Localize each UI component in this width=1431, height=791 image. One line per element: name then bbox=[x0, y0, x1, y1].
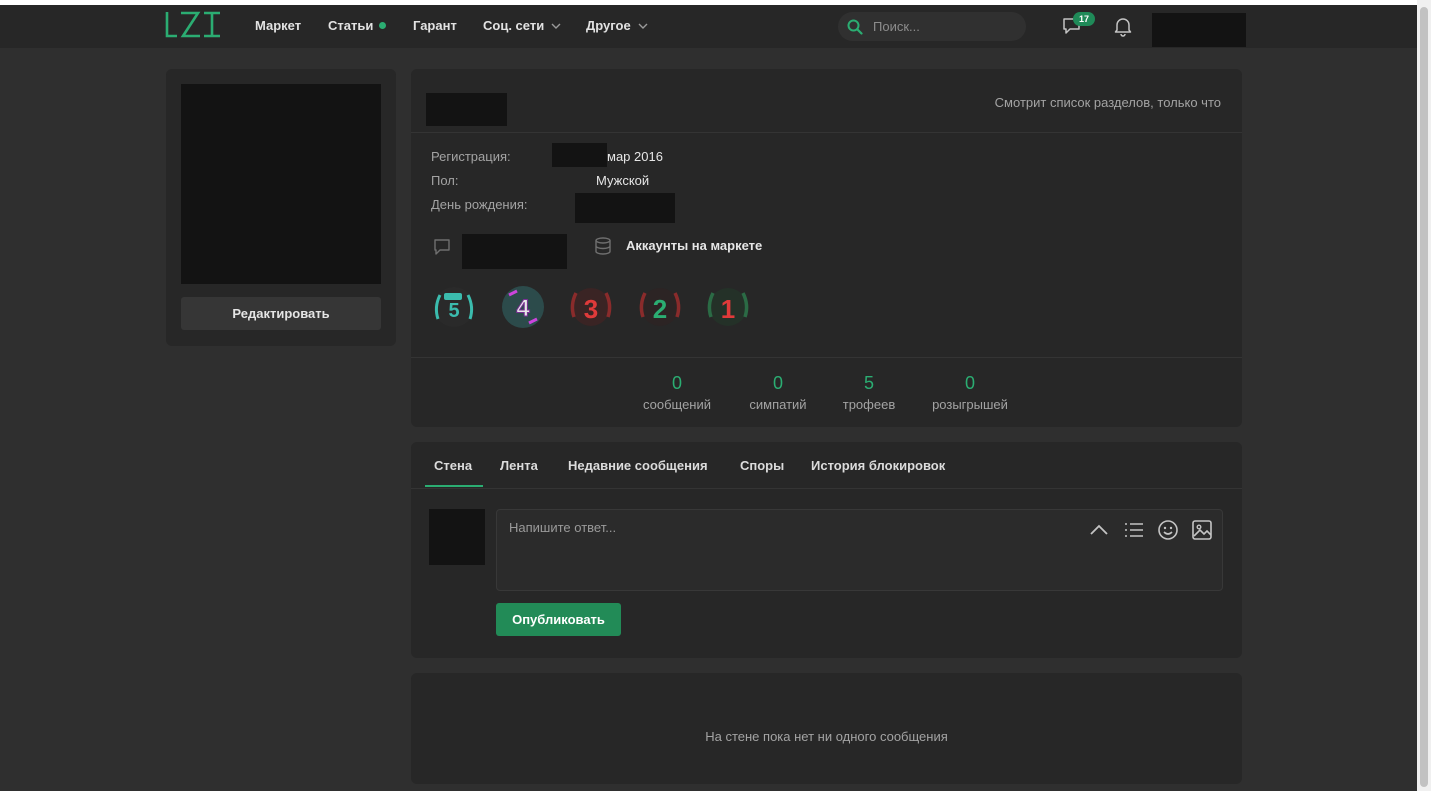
reply-editor[interactable] bbox=[496, 509, 1223, 591]
trophy-5-numeral: 5 bbox=[448, 300, 459, 322]
trophy-3-numeral: 3 bbox=[584, 294, 598, 324]
username-redacted bbox=[426, 93, 507, 126]
messages-badge: 17 bbox=[1073, 12, 1095, 26]
nav-articles[interactable]: Статьи bbox=[328, 18, 387, 33]
search-input[interactable] bbox=[871, 18, 1015, 35]
birthday-redacted bbox=[575, 193, 675, 223]
list-icon[interactable] bbox=[1123, 519, 1145, 541]
trophy-2-icon[interactable]: 2 bbox=[636, 283, 684, 331]
stat-trophies-label: трофеев bbox=[842, 397, 896, 412]
nav-social[interactable]: Соц. сети bbox=[483, 18, 561, 33]
stat-likes-value[interactable]: 0 bbox=[728, 373, 828, 394]
stat-messages-value[interactable]: 0 bbox=[627, 373, 727, 394]
search-box[interactable] bbox=[838, 12, 1026, 41]
database-icon bbox=[595, 237, 611, 255]
divider bbox=[411, 488, 1242, 489]
contact-icon bbox=[434, 239, 450, 255]
nav-other[interactable]: Другое bbox=[586, 18, 648, 33]
gender-value: Мужской bbox=[596, 173, 650, 188]
publish-button[interactable]: Опубликовать bbox=[496, 603, 621, 636]
emoji-icon[interactable] bbox=[1157, 519, 1179, 541]
trophy-3-icon[interactable]: 3 bbox=[567, 283, 615, 331]
search-icon bbox=[847, 19, 863, 35]
image-icon[interactable] bbox=[1191, 519, 1213, 541]
scrollbar-thumb[interactable] bbox=[1420, 7, 1428, 787]
registration-date-redacted bbox=[552, 143, 607, 167]
tab-feed[interactable]: Лента bbox=[500, 458, 538, 473]
page-scrollbar[interactable] bbox=[1417, 0, 1431, 791]
avatar bbox=[181, 84, 381, 284]
reply-textarea[interactable] bbox=[509, 520, 1079, 580]
active-tab-indicator bbox=[425, 485, 483, 487]
nav-market-label: Маркет bbox=[255, 18, 302, 33]
trophy-1-numeral: 1 bbox=[721, 294, 735, 324]
birthday-label: День рождения: bbox=[431, 197, 528, 212]
tab-wall[interactable]: Стена bbox=[434, 458, 472, 473]
divider bbox=[411, 357, 1242, 358]
gender-label: Пол: bbox=[431, 173, 459, 188]
stat-messages-label: сообщений bbox=[642, 397, 712, 412]
new-indicator-dot bbox=[379, 22, 387, 29]
stat-giveaways-label: розыгрышей bbox=[932, 397, 1008, 412]
nav-social-label: Соц. сети bbox=[483, 18, 545, 33]
market-accounts-link[interactable]: Аккаунты на маркете bbox=[626, 238, 762, 253]
reply-avatar bbox=[429, 509, 485, 565]
user-status: Смотрит список разделов, только что bbox=[994, 95, 1221, 110]
wall-empty-message: На стене пока нет ни одного сообщения bbox=[705, 729, 948, 744]
nav-guarantor[interactable]: Гарант bbox=[413, 18, 457, 33]
nav-other-label: Другое bbox=[586, 18, 631, 33]
trophy-5-icon[interactable]: 5 bbox=[430, 283, 478, 331]
tab-ban-history[interactable]: История блокировок bbox=[811, 458, 945, 473]
chevron-down-icon bbox=[638, 23, 648, 29]
edit-profile-button[interactable]: Редактировать bbox=[181, 297, 381, 330]
contact-redacted bbox=[462, 234, 567, 269]
site-logo[interactable] bbox=[164, 9, 222, 39]
nav-guarantor-label: Гарант bbox=[413, 18, 457, 33]
trophy-4-icon[interactable]: 4 bbox=[499, 283, 547, 331]
chevron-down-icon bbox=[551, 23, 561, 29]
bell-icon[interactable] bbox=[1112, 15, 1134, 37]
user-menu-redacted[interactable] bbox=[1152, 13, 1246, 47]
divider bbox=[411, 132, 1242, 133]
registration-value: мар 2016 bbox=[607, 149, 663, 164]
trophy-1-icon[interactable]: 1 bbox=[704, 283, 752, 331]
stat-likes-label: симпатий bbox=[749, 397, 807, 412]
stat-trophies-value[interactable]: 5 bbox=[819, 373, 919, 394]
nav-market[interactable]: Маркет bbox=[255, 18, 301, 33]
trophy-4-numeral: 4 bbox=[516, 295, 530, 322]
trophy-2-numeral: 2 bbox=[653, 294, 667, 324]
nav-articles-label: Статьи bbox=[328, 18, 374, 33]
chevron-up-icon[interactable] bbox=[1088, 519, 1110, 541]
registration-label: Регистрация: bbox=[431, 149, 511, 164]
tab-disputes[interactable]: Споры bbox=[740, 458, 784, 473]
stat-giveaways-value[interactable]: 0 bbox=[920, 373, 1020, 394]
tab-recent-messages[interactable]: Недавние сообщения bbox=[568, 458, 708, 473]
